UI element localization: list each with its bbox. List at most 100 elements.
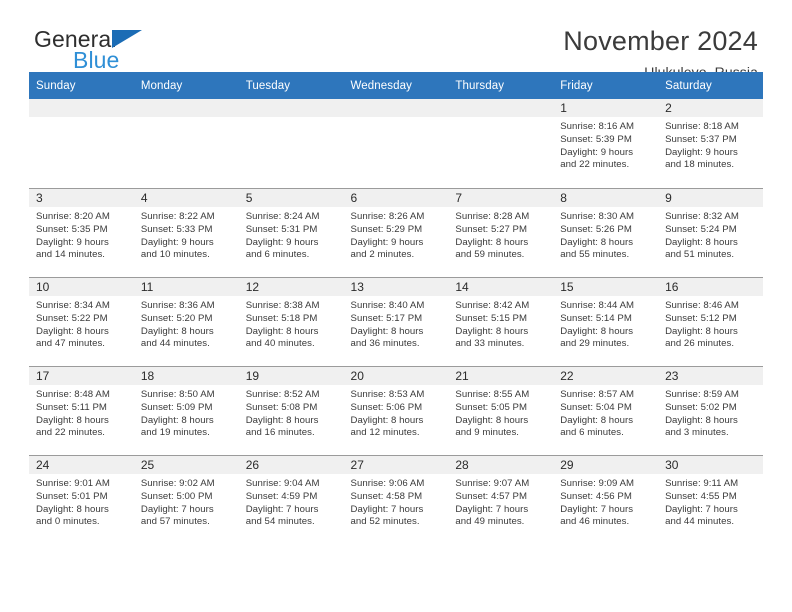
- calendar-cell: 19 Sunrise: 8:52 AM Sunset: 5:08 PM Dayligh…: [238, 366, 344, 455]
- day-number: [238, 99, 344, 117]
- weekday-header-saturday: Saturday: [658, 72, 763, 99]
- day-number: 13: [343, 278, 449, 296]
- day-cell[interactable]: 28 Sunrise: 9:07 AM Sunset: 4:57 PM Dayligh…: [448, 455, 554, 544]
- sunset-text: Sunset: 5:01 PM: [36, 490, 108, 502]
- day-number: 12: [238, 278, 344, 296]
- daylight-text-line1: Daylight: 9 hours: [350, 236, 424, 248]
- sunset-text: Sunset: 5:12 PM: [665, 312, 737, 324]
- day-cell[interactable]: 18 Sunrise: 8:50 AM Sunset: 5:09 PM Dayligh…: [133, 366, 239, 455]
- day-cell[interactable]: 5 Sunrise: 8:24 AM Sunset: 5:31 PM Daylight…: [238, 188, 344, 277]
- day-details: Sunrise: 8:48 AM Sunset: 5:11 PM Daylight:…: [29, 385, 134, 440]
- calendar-cell: 21 Sunrise: 8:55 AM Sunset: 5:05 PM Dayligh…: [448, 366, 554, 455]
- day-details: Sunrise: 9:11 AM Sunset: 4:55 PM Daylight:…: [658, 474, 763, 529]
- sunset-text: Sunset: 4:59 PM: [245, 490, 318, 502]
- day-cell[interactable]: 7 Sunrise: 8:28 AM Sunset: 5:27 PM Daylight…: [448, 188, 554, 277]
- daylight-text-line2: and 51 minutes.: [665, 249, 735, 261]
- day-cell[interactable]: 1 Sunrise: 8:16 AM Sunset: 5:39 PM Daylight…: [553, 99, 659, 188]
- sunset-text: Sunset: 5:17 PM: [350, 312, 423, 324]
- day-cell-empty: [343, 99, 449, 188]
- daylight-text-line2: and 0 minutes.: [36, 516, 100, 528]
- calendar-cell: 7 Sunrise: 8:28 AM Sunset: 5:27 PM Daylight…: [448, 188, 554, 277]
- daylight-text-line1: Daylight: 7 hours: [140, 503, 214, 515]
- day-cell[interactable]: 11 Sunrise: 8:36 AM Sunset: 5:20 PM Dayligh…: [133, 277, 239, 366]
- day-cell[interactable]: 24 Sunrise: 9:01 AM Sunset: 5:01 PM Dayligh…: [29, 455, 134, 544]
- day-number: 16: [658, 278, 763, 296]
- day-cell[interactable]: 29 Sunrise: 9:09 AM Sunset: 4:56 PM Dayligh…: [553, 455, 659, 544]
- day-cell[interactable]: 9 Sunrise: 8:32 AM Sunset: 5:24 PM Daylight…: [658, 188, 763, 277]
- daylight-text-line1: Daylight: 8 hours: [245, 414, 319, 426]
- calendar-cell: 3 Sunrise: 8:20 AM Sunset: 5:35 PM Daylight…: [29, 188, 134, 277]
- day-cell[interactable]: 27 Sunrise: 9:06 AM Sunset: 4:58 PM Dayligh…: [343, 455, 449, 544]
- day-cell[interactable]: 22 Sunrise: 8:57 AM Sunset: 5:04 PM Dayligh…: [553, 366, 659, 455]
- daylight-text-line2: and 18 minutes.: [665, 159, 735, 171]
- day-details: Sunrise: 8:36 AM Sunset: 5:20 PM Daylight:…: [134, 296, 239, 351]
- sunrise-text: Sunrise: 8:40 AM: [350, 300, 425, 311]
- day-number: 8: [553, 189, 659, 207]
- page-header: General Blue November 2024 Ulukulevo, Ru…: [29, 0, 763, 80]
- sunrise-text: Sunrise: 8:18 AM: [665, 121, 739, 132]
- sunrise-text: Sunrise: 8:55 AM: [455, 389, 530, 400]
- daylight-text-line2: and 59 minutes.: [455, 249, 525, 261]
- daylight-text-line1: Daylight: 8 hours: [350, 325, 424, 337]
- sunset-text: Sunset: 5:29 PM: [350, 223, 423, 235]
- day-cell[interactable]: 12 Sunrise: 8:38 AM Sunset: 5:18 PM Dayligh…: [238, 277, 344, 366]
- daylight-text-line1: Daylight: 8 hours: [560, 236, 634, 248]
- weekday-header-wednesday: Wednesday: [343, 72, 449, 99]
- sunrise-text: Sunrise: 8:50 AM: [140, 389, 215, 400]
- day-cell[interactable]: 16 Sunrise: 8:46 AM Sunset: 5:12 PM Dayligh…: [658, 277, 763, 366]
- daylight-text-line2: and 49 minutes.: [455, 516, 525, 528]
- weekday-header-tuesday: Tuesday: [238, 72, 344, 99]
- daylight-text-line1: Daylight: 7 hours: [455, 503, 529, 515]
- day-number: 7: [448, 189, 554, 207]
- calendar-week-row: 17 Sunrise: 8:48 AM Sunset: 5:11 PM Dayligh…: [29, 366, 763, 455]
- daylight-text-line2: and 9 minutes.: [455, 427, 520, 439]
- daylight-text-line1: Daylight: 8 hours: [455, 414, 529, 426]
- calendar-cell: 13 Sunrise: 8:40 AM Sunset: 5:17 PM Dayligh…: [343, 277, 449, 366]
- day-cell[interactable]: 6 Sunrise: 8:26 AM Sunset: 5:29 PM Daylight…: [343, 188, 449, 277]
- sunrise-text: Sunrise: 8:20 AM: [36, 211, 110, 222]
- generalblue-logo[interactable]: General Blue: [34, 28, 204, 74]
- day-number: 24: [29, 456, 134, 474]
- day-cell[interactable]: 26 Sunrise: 9:04 AM Sunset: 4:59 PM Dayligh…: [238, 455, 344, 544]
- daylight-text-line1: Daylight: 7 hours: [350, 503, 424, 515]
- day-number: [29, 99, 134, 117]
- day-cell[interactable]: 4 Sunrise: 8:22 AM Sunset: 5:33 PM Daylight…: [133, 188, 239, 277]
- daylight-text-line2: and 19 minutes.: [140, 427, 210, 439]
- calendar-week-row: 1 Sunrise: 8:16 AM Sunset: 5:39 PM Daylight…: [29, 99, 763, 188]
- day-number: 3: [29, 189, 134, 207]
- day-cell[interactable]: 21 Sunrise: 8:55 AM Sunset: 5:05 PM Dayligh…: [448, 366, 554, 455]
- sunrise-text: Sunrise: 9:11 AM: [665, 478, 739, 489]
- day-cell[interactable]: 20 Sunrise: 8:53 AM Sunset: 5:06 PM Dayligh…: [343, 366, 449, 455]
- sunset-text: Sunset: 5:14 PM: [560, 312, 632, 324]
- day-details: Sunrise: 8:30 AM Sunset: 5:26 PM Daylight:…: [553, 207, 658, 262]
- day-cell[interactable]: 30 Sunrise: 9:11 AM Sunset: 4:55 PM Dayligh…: [658, 455, 763, 544]
- day-cell[interactable]: 8 Sunrise: 8:30 AM Sunset: 5:26 PM Daylight…: [553, 188, 659, 277]
- sunset-text: Sunset: 5:02 PM: [665, 401, 737, 413]
- day-cell[interactable]: 10 Sunrise: 8:34 AM Sunset: 5:22 PM Dayligh…: [29, 277, 134, 366]
- daylight-text-line1: Daylight: 9 hours: [560, 146, 634, 158]
- daylight-text-line1: Daylight: 8 hours: [350, 414, 424, 426]
- day-number: [448, 99, 554, 117]
- sunrise-text: Sunrise: 8:30 AM: [560, 211, 635, 222]
- day-details: Sunrise: 9:01 AM Sunset: 5:01 PM Daylight:…: [29, 474, 134, 529]
- day-details: Sunrise: 8:50 AM Sunset: 5:09 PM Daylight:…: [134, 385, 239, 440]
- daylight-text-line1: Daylight: 8 hours: [560, 414, 634, 426]
- day-cell[interactable]: 25 Sunrise: 9:02 AM Sunset: 5:00 PM Dayligh…: [133, 455, 239, 544]
- day-details: Sunrise: 8:55 AM Sunset: 5:05 PM Daylight:…: [448, 385, 553, 440]
- sunrise-text: Sunrise: 8:24 AM: [245, 211, 320, 222]
- day-cell[interactable]: 14 Sunrise: 8:42 AM Sunset: 5:15 PM Dayligh…: [448, 277, 554, 366]
- day-number: 20: [343, 367, 449, 385]
- day-cell[interactable]: 23 Sunrise: 8:59 AM Sunset: 5:02 PM Dayligh…: [658, 366, 763, 455]
- day-cell[interactable]: 19 Sunrise: 8:52 AM Sunset: 5:08 PM Dayligh…: [238, 366, 344, 455]
- sunset-text: Sunset: 5:06 PM: [350, 401, 423, 413]
- day-number: 17: [29, 367, 134, 385]
- daylight-text-line1: Daylight: 7 hours: [245, 503, 319, 515]
- day-cell[interactable]: 2 Sunrise: 8:18 AM Sunset: 5:37 PM Daylight…: [658, 99, 763, 188]
- day-cell[interactable]: 13 Sunrise: 8:40 AM Sunset: 5:17 PM Dayligh…: [343, 277, 449, 366]
- day-cell[interactable]: 15 Sunrise: 8:44 AM Sunset: 5:14 PM Dayligh…: [553, 277, 659, 366]
- daylight-text-line1: Daylight: 8 hours: [455, 325, 529, 337]
- sunrise-text: Sunrise: 8:46 AM: [665, 300, 739, 311]
- day-cell[interactable]: 17 Sunrise: 8:48 AM Sunset: 5:11 PM Dayligh…: [29, 366, 134, 455]
- day-cell[interactable]: 3 Sunrise: 8:20 AM Sunset: 5:35 PM Daylight…: [29, 188, 134, 277]
- day-cell-empty: [238, 99, 344, 188]
